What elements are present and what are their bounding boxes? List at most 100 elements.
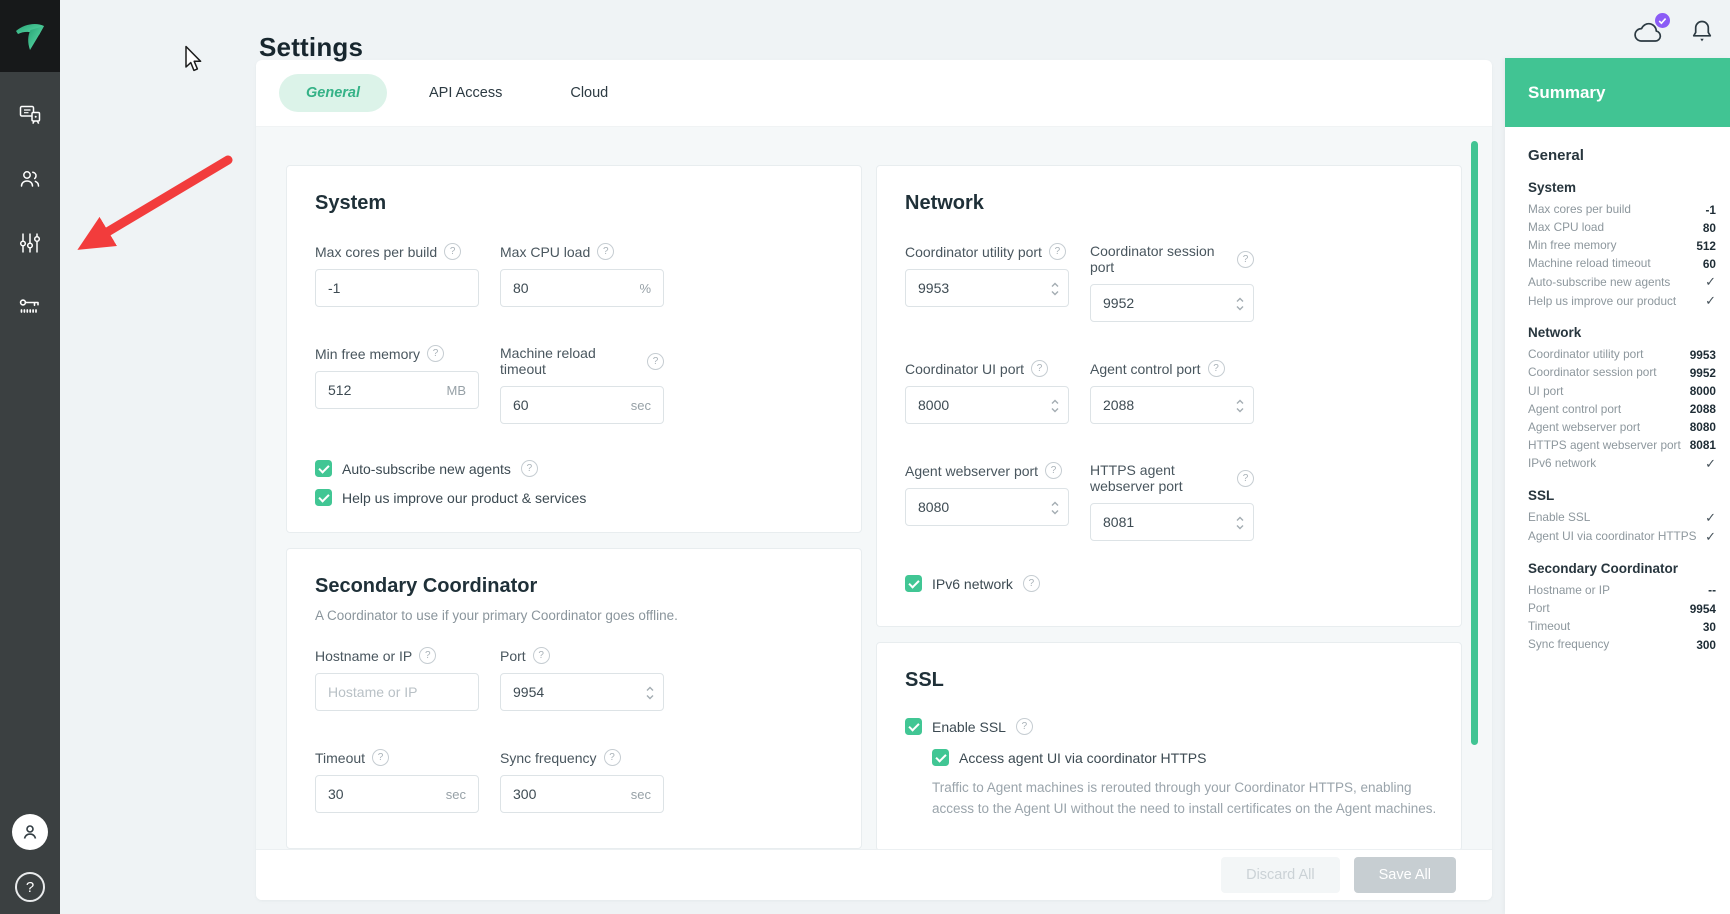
app-logo[interactable] <box>0 0 60 72</box>
help-icon[interactable]: ? <box>604 749 621 766</box>
coordinator-session-port-input[interactable]: 9952 <box>1090 284 1254 322</box>
help-icon[interactable]: ? <box>1237 470 1254 487</box>
card-title-ssl: SSL <box>905 669 1433 692</box>
number-stepper-icon[interactable] <box>1235 296 1245 312</box>
summary-row-min-free-memory: Min free memory512 <box>1528 238 1716 253</box>
tab-general[interactable]: General <box>279 74 387 112</box>
enable-ssl-checkbox[interactable] <box>905 718 922 735</box>
summary-row-value: 8000 <box>1690 384 1716 398</box>
hostname-or-ip-input[interactable]: Hostame or IP <box>315 673 479 711</box>
scrollbar-thumb[interactable] <box>1471 141 1478 745</box>
summary-row-coordinator-utility-port: Coordinator utility port9953 <box>1528 347 1716 362</box>
max-cpu-load-input[interactable]: 80% <box>500 269 664 307</box>
number-stepper-icon[interactable] <box>1050 398 1060 414</box>
ipv6-network-checkbox[interactable] <box>905 575 922 592</box>
summary-row-help-us-improve-our-product: Help us improve our product✓ <box>1528 293 1716 309</box>
sidebar-item-machines[interactable] <box>17 102 43 128</box>
timeout-input[interactable]: 30sec <box>315 775 479 813</box>
discard-all-button[interactable]: Discard All <box>1221 857 1340 893</box>
sidebar-item-settings[interactable] <box>17 230 43 256</box>
help-icon[interactable]: ? <box>427 345 444 362</box>
card-title-network: Network <box>905 192 1433 215</box>
machine-reload-timeout-input[interactable]: 60sec <box>500 386 664 424</box>
summary-row-agent-webserver-port: Agent webserver port8080 <box>1528 420 1716 435</box>
checkrow-auto-subscribe-new-agents: Auto-subscribe new agents? <box>315 460 833 477</box>
summary-row-agent-control-port: Agent control port2088 <box>1528 402 1716 417</box>
field-timeout: Timeout? 30sec <box>315 749 479 813</box>
help-icon[interactable]: ? <box>444 243 461 260</box>
coordinator-utility-port-input[interactable]: 9953 <box>905 269 1069 307</box>
input-value: 30 <box>328 786 344 802</box>
check-icon: ✓ <box>1705 456 1716 472</box>
help-icon[interactable]: ? <box>1049 243 1066 260</box>
summary-row-coordinator-session-port: Coordinator session port9952 <box>1528 365 1716 380</box>
help-us-improve-our-product-and-services-checkbox[interactable] <box>315 489 332 506</box>
checkrow-enable-ssl: Enable SSL? <box>905 718 1433 735</box>
summary-row-ui-port: UI port8000 <box>1528 384 1716 399</box>
tab-api-access[interactable]: API Access <box>395 74 536 112</box>
input-suffix: sec <box>631 787 651 802</box>
summary-section-secondary-coordinator: Secondary Coordinator <box>1528 561 1716 576</box>
help-icon[interactable]: ? <box>1208 360 1225 377</box>
summary-row-label: IPv6 network <box>1528 456 1596 471</box>
field-label: Hostname or IP? <box>315 647 479 664</box>
help-icon[interactable]: ? <box>647 353 664 370</box>
summary-row-max-cpu-load: Max CPU load80 <box>1528 220 1716 235</box>
field-coordinator-ui-port: Coordinator UI port?8000 <box>905 360 1069 424</box>
sync-frequency-input[interactable]: 300sec <box>500 775 664 813</box>
settings-panel: GeneralAPI AccessCloud System Max cores … <box>256 60 1492 900</box>
help-icon[interactable]: ? <box>597 243 614 260</box>
field-max-cores-per-build: Max cores per build?-1 <box>315 243 479 307</box>
summary-row-label: Timeout <box>1528 619 1570 634</box>
help-icon[interactable]: ? <box>521 460 538 477</box>
field-label: Timeout? <box>315 749 479 766</box>
help-icon[interactable]: ? <box>419 647 436 664</box>
field-label-text: HTTPS agent webserver port <box>1090 462 1230 494</box>
summary-row-label: Port <box>1528 601 1550 616</box>
summary-row-value: 300 <box>1696 638 1716 652</box>
summary-row-label: Agent control port <box>1528 402 1621 417</box>
min-free-memory-input[interactable]: 512MB <box>315 371 479 409</box>
help-icon[interactable]: ? <box>372 749 389 766</box>
sidebar-item-license[interactable] <box>17 294 43 320</box>
agent-control-port-input[interactable]: 2088 <box>1090 386 1254 424</box>
help-icon[interactable]: ? <box>1045 462 1062 479</box>
field-label: Max CPU load? <box>500 243 664 260</box>
max-cores-per-build-input[interactable]: -1 <box>315 269 479 307</box>
summary-row-value: 30 <box>1703 620 1716 634</box>
help-button[interactable]: ? <box>15 872 45 902</box>
mouse-cursor <box>184 45 204 73</box>
sidebar-item-users[interactable] <box>17 166 43 192</box>
coordinator-ui-port-input[interactable]: 8000 <box>905 386 1069 424</box>
user-avatar[interactable] <box>12 814 48 850</box>
cloud-status-button[interactable] <box>1632 18 1666 45</box>
notifications-button[interactable] <box>1690 18 1714 45</box>
summary-row-label: Min free memory <box>1528 238 1617 253</box>
access-agent-ui-checkbox[interactable] <box>932 749 949 766</box>
number-stepper-icon[interactable] <box>1235 515 1245 531</box>
card-title-system: System <box>315 192 833 215</box>
number-stepper-icon[interactable] <box>645 685 655 701</box>
number-stepper-icon[interactable] <box>1050 281 1060 297</box>
summary-row-timeout: Timeout 30 <box>1528 619 1716 634</box>
system-card: System Max cores per build?-1Max CPU loa… <box>286 165 862 533</box>
number-stepper-icon[interactable] <box>1235 398 1245 414</box>
help-icon[interactable]: ? <box>533 647 550 664</box>
summary-row-sync-frequency: Sync frequency300 <box>1528 637 1716 652</box>
port-input[interactable]: 9954 <box>500 673 664 711</box>
input-suffix: MB <box>447 383 467 398</box>
summary-row-value: -1 <box>1706 203 1717 217</box>
auto-subscribe-new-agents-checkbox[interactable] <box>315 460 332 477</box>
number-stepper-icon[interactable] <box>1050 500 1060 516</box>
help-icon[interactable]: ? <box>1237 251 1254 268</box>
save-all-button[interactable]: Save All <box>1354 857 1456 893</box>
help-icon[interactable]: ? <box>1031 360 1048 377</box>
help-icon[interactable]: ? <box>1016 718 1033 735</box>
agent-webserver-port-input[interactable]: 8080 <box>905 488 1069 526</box>
card-title-secondary-coordinator: Secondary Coordinator <box>315 575 833 598</box>
https-agent-webserver-port-input[interactable]: 8081 <box>1090 503 1254 541</box>
tab-cloud[interactable]: Cloud <box>536 74 642 112</box>
license-key-icon <box>18 295 42 319</box>
help-icon[interactable]: ? <box>1023 575 1040 592</box>
field-label-text: Min free memory <box>315 346 420 362</box>
